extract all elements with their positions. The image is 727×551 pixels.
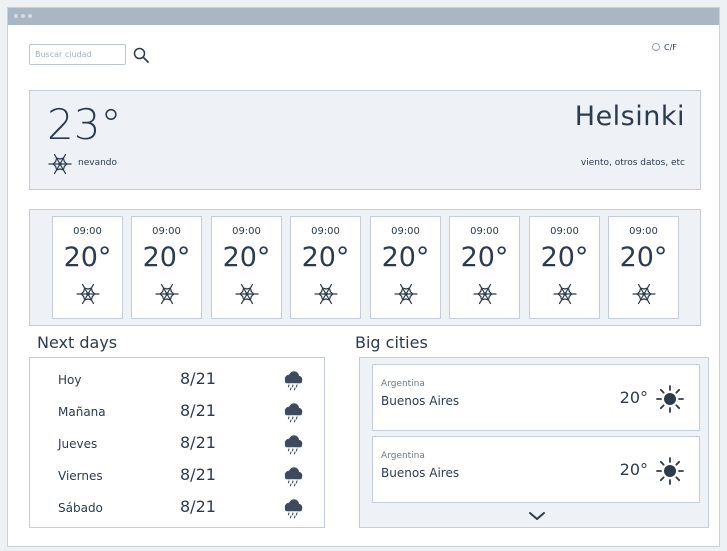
hour-card: 09:00 20° [290, 216, 361, 319]
city-temperature: 20° [619, 388, 648, 407]
unit-radio[interactable] [652, 43, 660, 51]
hour-temperature: 20° [619, 242, 668, 273]
chevron-down-icon[interactable] [528, 510, 546, 522]
day-name: Jueves [58, 437, 98, 451]
next-days-title: Next days [37, 333, 118, 352]
city-country: Argentina [381, 451, 425, 461]
search-input[interactable] [29, 44, 126, 65]
hour-card: 09:00 20° [529, 216, 600, 319]
hour-temperature: 20° [540, 242, 589, 273]
hour-temperature: 20° [222, 242, 271, 273]
unit-toggle-label: C/F [664, 42, 677, 52]
snowflake-icon [314, 283, 338, 305]
snowflake-icon [155, 283, 179, 305]
hour-temperature: 20° [142, 242, 191, 273]
current-temperature: 23° [47, 100, 122, 149]
hour-card: 09:00 20° [211, 216, 282, 319]
day-name: Hoy [58, 373, 82, 387]
app-window: C/F 23° nevando Helsinki viento, otros d… [7, 7, 720, 547]
hour-temperature: 20° [381, 242, 430, 273]
sun-icon [656, 457, 684, 485]
snowflake-icon [473, 283, 497, 305]
next-days-list: Hoy 8/21 Mañana 8/21 Jueves 8/21 Viernes… [29, 357, 325, 528]
hour-time: 09:00 [152, 226, 181, 237]
day-name: Sábado [58, 501, 103, 515]
big-cities-panel: Argentina Buenos Aires 20° Argentina Bue… [359, 357, 709, 528]
snowflake-icon [48, 153, 72, 175]
city-card[interactable]: Argentina Buenos Aires 20° [372, 436, 700, 503]
snowflake-icon [394, 283, 418, 305]
day-name: Viernes [58, 469, 103, 483]
current-condition: nevando [78, 158, 118, 168]
current-city: Helsinki [574, 101, 685, 132]
snowflake-icon [553, 283, 577, 305]
rain-cloud-icon [284, 499, 303, 519]
day-row: Mañana 8/21 [30, 397, 324, 425]
unit-toggle[interactable]: C/F [652, 41, 677, 53]
hour-card: 09:00 20° [52, 216, 123, 319]
day-row: Sábado 8/21 [30, 493, 324, 521]
snowflake-icon [76, 283, 100, 305]
hour-temperature: 20° [63, 242, 112, 273]
hour-time: 09:00 [470, 226, 499, 237]
day-row: Jueves 8/21 [30, 429, 324, 457]
day-date: 8/21 [180, 369, 216, 388]
big-cities-title: Big cities [355, 333, 428, 352]
day-date: 8/21 [180, 465, 216, 484]
hour-time: 09:00 [391, 226, 420, 237]
hour-temperature: 20° [301, 242, 350, 273]
rain-cloud-icon [284, 467, 303, 487]
search-icon[interactable] [132, 46, 150, 64]
day-name: Mañana [58, 405, 106, 419]
hour-time: 09:00 [550, 226, 579, 237]
window-dot [21, 14, 25, 18]
current-extra-info: viento, otros datos, etc [580, 158, 685, 168]
day-row: Viernes 8/21 [30, 461, 324, 489]
snowflake-icon [632, 283, 656, 305]
window-dot [28, 14, 32, 18]
hour-card: 09:00 20° [131, 216, 202, 319]
rain-cloud-icon [284, 371, 303, 391]
sun-icon [656, 385, 684, 413]
day-date: 8/21 [180, 497, 216, 516]
rain-cloud-icon [284, 403, 303, 423]
city-name: Buenos Aires [381, 394, 460, 408]
window-dot [14, 14, 18, 18]
hour-time: 09:00 [232, 226, 261, 237]
current-weather-panel: 23° nevando Helsinki viento, otros datos… [29, 90, 701, 190]
snowflake-icon [235, 283, 259, 305]
hour-time: 09:00 [629, 226, 658, 237]
city-card[interactable]: Argentina Buenos Aires 20° [372, 364, 700, 431]
hour-card: 09:00 20° [449, 216, 520, 319]
rain-cloud-icon [284, 435, 303, 455]
hour-temperature: 20° [460, 242, 509, 273]
city-name: Buenos Aires [381, 466, 460, 480]
window-titlebar [8, 8, 719, 25]
day-date: 8/21 [180, 401, 216, 420]
day-date: 8/21 [180, 433, 216, 452]
city-country: Argentina [381, 379, 425, 389]
hour-time: 09:00 [73, 226, 102, 237]
day-row: Hoy 8/21 [30, 365, 324, 393]
hourly-forecast: 09:00 20° 09:00 20° 09:00 20° 09:00 20° … [29, 209, 701, 326]
city-temperature: 20° [619, 460, 648, 479]
hour-card: 09:00 20° [608, 216, 679, 319]
hour-card: 09:00 20° [370, 216, 441, 319]
hour-time: 09:00 [311, 226, 340, 237]
